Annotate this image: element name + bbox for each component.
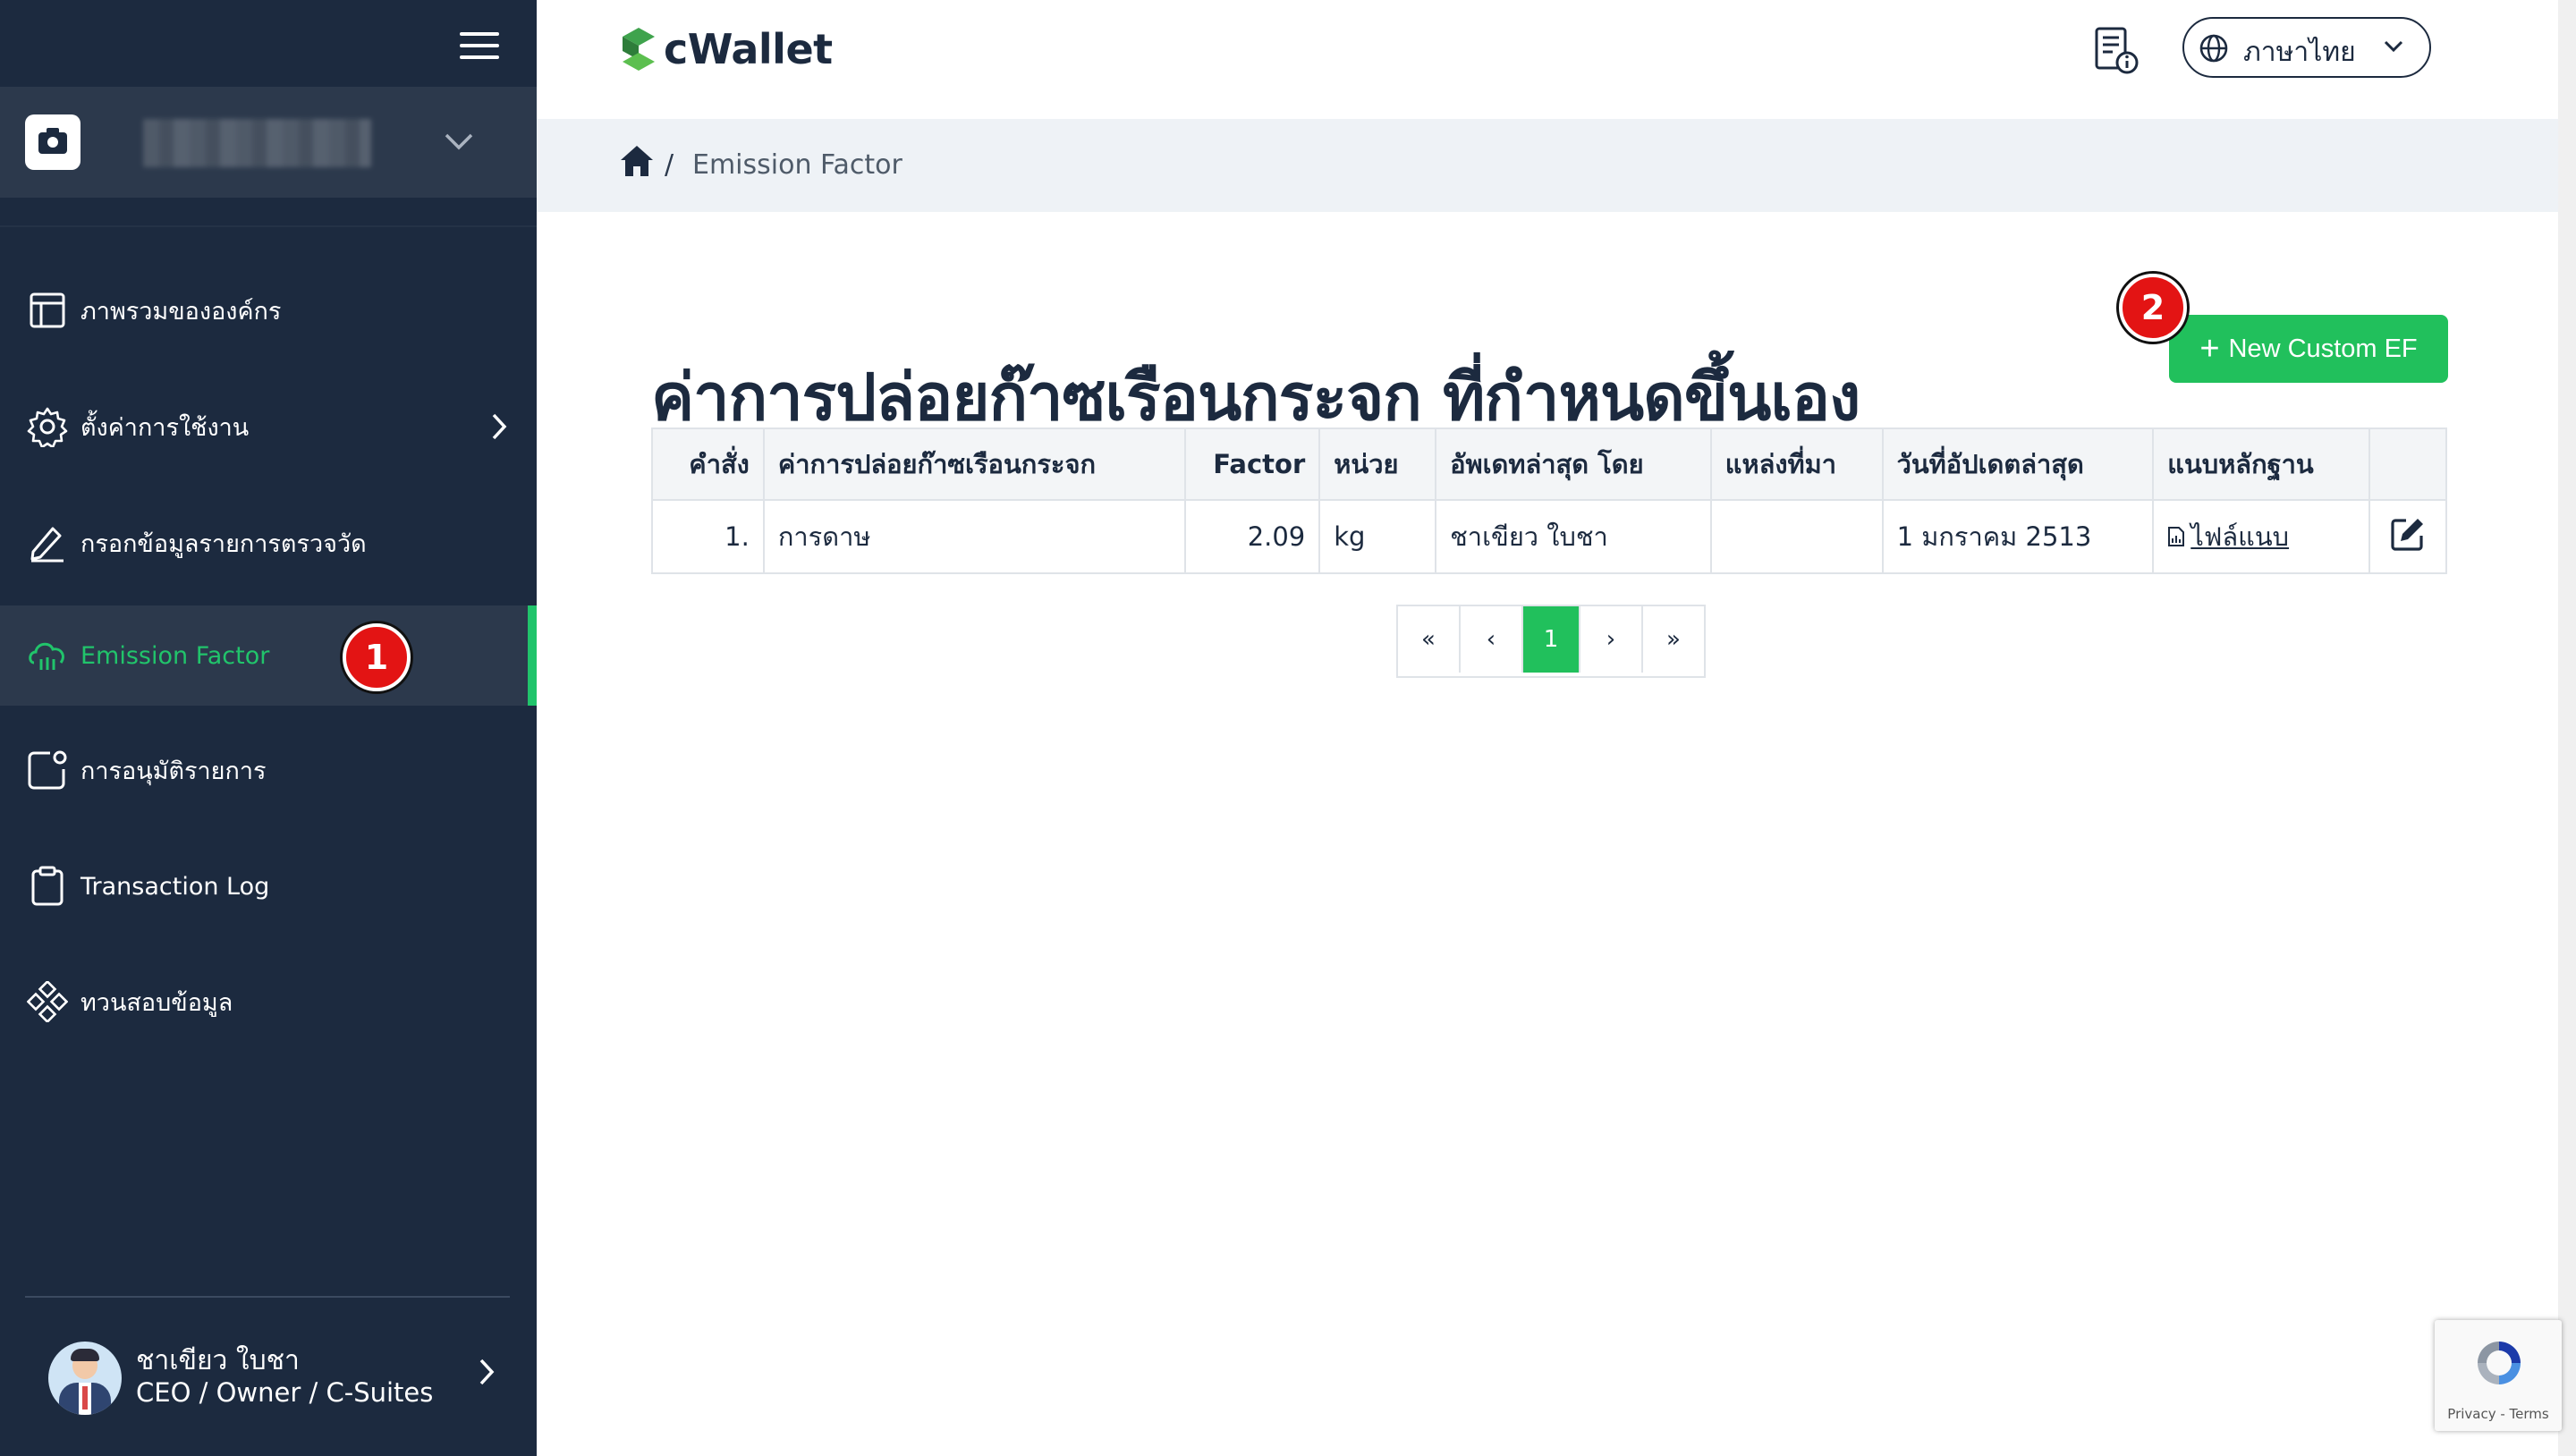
sidebar-item-emission-factor[interactable]: Emission Factor (0, 605, 537, 706)
layout-icon (27, 290, 68, 331)
column-header-source: แหล่งที่มา (1709, 427, 1884, 501)
recaptcha-badge[interactable]: Privacy - Terms (2435, 1320, 2562, 1431)
chevron-right-icon (479, 1359, 495, 1385)
table-row: 1. การดาษ 2.09 kg ชาเขียว ใบชา 1 มกราคม … (651, 499, 2447, 574)
language-select[interactable]: ภาษาไทย (2182, 17, 2431, 78)
pagination-last[interactable]: » (1643, 606, 1704, 673)
cell-source (1709, 499, 1884, 574)
sidebar-item-transaction-log[interactable]: Transaction Log (0, 836, 537, 936)
home-icon[interactable] (619, 144, 655, 178)
hamburger-menu-icon[interactable] (460, 32, 499, 64)
new-custom-ef-button[interactable]: + New Custom EF (2169, 315, 2448, 383)
cloud-icon (27, 635, 68, 676)
sidebar-item-label: Emission Factor (80, 641, 270, 670)
gear-icon (27, 406, 68, 447)
sidebar-item-label: กรอกข้อมูลรายการตรวจวัด (80, 529, 367, 558)
column-header-attachment: แนบหลักฐาน (2152, 427, 2370, 501)
step-marker-1: 1 (343, 623, 411, 691)
column-header-order: คำสั่ง (651, 427, 765, 501)
cell-factor: 2.09 (1184, 499, 1321, 574)
breadcrumb: / Emission Factor (537, 119, 2558, 212)
cell-updated-by: ชาเขียว ใบชา (1435, 499, 1712, 574)
sidebar-item-data-entry[interactable]: กรอกข้อมูลรายการตรวจวัด (0, 493, 537, 593)
logo-text: cWallet (664, 25, 833, 73)
sidebar-item-overview[interactable]: ภาพรวมขององค์กร (0, 260, 537, 360)
plus-icon: + (2199, 330, 2220, 368)
column-header-updated-date: วันที่อัปเดตล่าสุด (1881, 427, 2155, 501)
chevron-right-icon (492, 413, 507, 440)
cell-updated-date: 1 มกราคม 2513 (1881, 499, 2155, 574)
organization-name-redacted (143, 119, 371, 167)
column-header-actions (2368, 427, 2447, 501)
clipboard-icon (27, 866, 68, 907)
column-header-factor: Factor (1184, 427, 1321, 501)
chevron-down-icon (2384, 40, 2403, 53)
approval-icon (27, 749, 68, 791)
sidebar-item-settings[interactable]: ตั้งค่าการใช้งาน (0, 377, 537, 477)
camera-icon (25, 114, 80, 170)
language-label: ภาษาไทย (2243, 37, 2356, 68)
step-marker-2: 2 (2119, 274, 2187, 342)
sidebar: ภาพรวมขององค์กร ตั้งค่าการใช้งาน กรอกข้อ… (0, 0, 537, 1456)
new-custom-ef-label: New Custom EF (2228, 334, 2418, 363)
diamonds-icon (27, 981, 68, 1022)
cell-actions (2368, 499, 2447, 574)
pagination-page-current[interactable]: 1 (1523, 606, 1580, 673)
column-header-updated-by: อัพเดทล่าสุด โดย (1435, 427, 1712, 501)
recaptcha-icon (2478, 1342, 2521, 1384)
breadcrumb-separator: / (665, 149, 674, 181)
sidebar-item-label: Transaction Log (80, 872, 270, 901)
column-header-unit: หน่วย (1318, 427, 1437, 501)
column-header-name: ค่าการปล่อยก๊าซเรือนกระจก (762, 427, 1187, 501)
cell-unit: kg (1318, 499, 1437, 574)
user-role: CEO / Owner / C-Suites (136, 1377, 434, 1408)
pencil-icon (27, 522, 68, 563)
sidebar-item-label: ตั้งค่าการใช้งาน (80, 413, 250, 442)
user-name: ชาเขียว ใบชา (136, 1345, 300, 1376)
recaptcha-text[interactable]: Privacy - Terms (2435, 1406, 2562, 1422)
cell-name: การดาษ (762, 499, 1187, 574)
table-header-row: คำสั่ง ค่าการปล่อยก๊าซเรือนกระจก Factor … (651, 427, 2447, 501)
sidebar-item-label: ภาพรวมขององค์กร (80, 297, 282, 326)
sidebar-item-label: ทวนสอบข้อมูล (80, 988, 233, 1017)
avatar (48, 1342, 122, 1415)
breadcrumb-current: Emission Factor (692, 149, 902, 181)
pagination-prev[interactable]: ‹ (1461, 606, 1523, 673)
cwallet-logo-icon (623, 28, 655, 71)
sidebar-item-verification[interactable]: ทวนสอบข้อมูล (0, 952, 537, 1052)
divider (0, 225, 537, 227)
cell-order: 1. (651, 499, 765, 574)
pagination-first[interactable]: « (1398, 606, 1461, 673)
edit-icon[interactable] (2390, 516, 2426, 558)
divider (25, 1296, 510, 1298)
cell-attachment: ไฟล์แนบ (2152, 499, 2370, 574)
globe-icon (2199, 34, 2228, 63)
page-scrollbar[interactable] (2558, 0, 2576, 1456)
emission-factor-table: คำสั่ง ค่าการปล่อยก๊าซเรือนกระจก Factor … (651, 427, 2447, 574)
organization-switcher[interactable] (0, 87, 537, 198)
top-header: cWallet ภาษาไทย (537, 0, 2558, 119)
pagination: « ‹ 1 › » (1396, 605, 1706, 678)
sidebar-item-label: การอนุมัติรายการ (80, 757, 267, 785)
file-chart-icon (2167, 523, 2185, 554)
chevron-down-icon (445, 133, 473, 150)
sidebar-item-approval[interactable]: การอนุมัติรายการ (0, 720, 537, 820)
attachment-link[interactable]: ไฟล์แนบ (2190, 521, 2289, 552)
manual-info-icon[interactable] (2091, 25, 2140, 79)
logo[interactable]: cWallet (619, 25, 833, 73)
pagination-next[interactable]: › (1580, 606, 1643, 673)
user-profile[interactable]: ชาเขียว ใบชา CEO / Owner / C-Suites (0, 1315, 537, 1440)
